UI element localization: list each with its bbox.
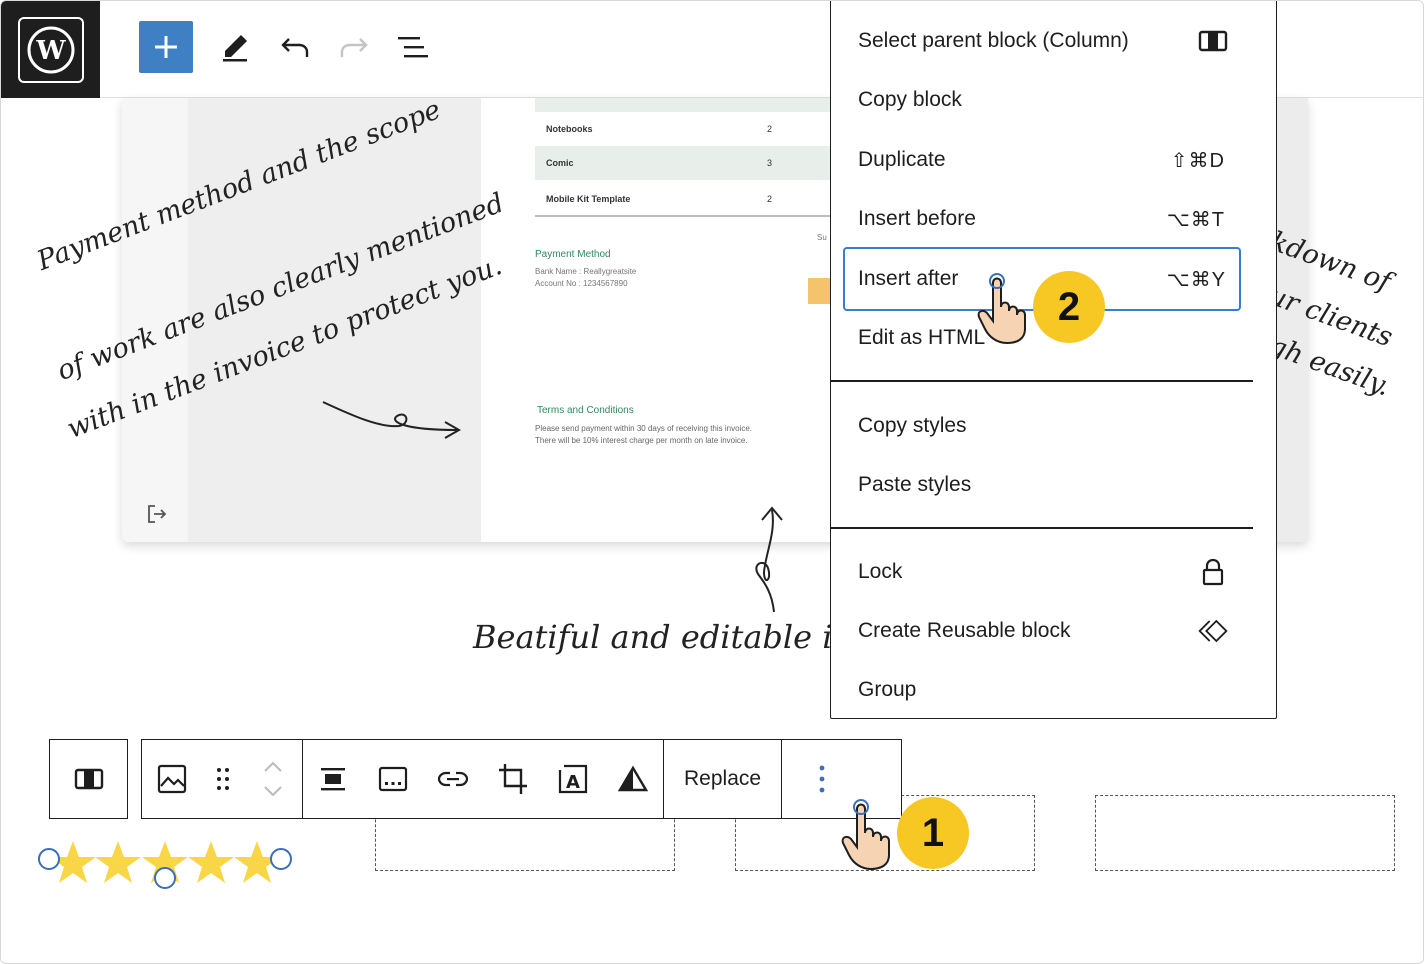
curly-arrow-icon: [322, 401, 462, 439]
invoice-subtotal-label: Su: [817, 233, 827, 242]
payment-method-title: Payment Method: [535, 249, 611, 260]
caption-button[interactable]: [363, 740, 423, 818]
menu-item-shortcut: ⌥⌘T: [1166, 208, 1225, 231]
menu-item-label: Lock: [858, 560, 903, 583]
duotone-button[interactable]: [603, 740, 663, 818]
menu-item-label: Insert before: [858, 207, 976, 230]
menu-item-insert-before[interactable]: Insert before ⌥⌘T: [831, 190, 1276, 248]
menu-item-label: Paste styles: [858, 473, 972, 496]
drag-handle[interactable]: [202, 740, 244, 818]
menu-item-label: Copy styles: [858, 414, 967, 437]
menu-item-group[interactable]: Group: [831, 661, 1276, 719]
menu-separator: [831, 380, 1253, 382]
menu-item-label: Duplicate: [858, 148, 946, 171]
menu-item-paste-styles[interactable]: Paste styles: [831, 456, 1276, 514]
menu-item-label: Copy block: [858, 88, 962, 111]
svg-text:W: W: [35, 36, 66, 66]
list-view-icon: [398, 37, 428, 58]
menu-item-label: Create Reusable block: [858, 619, 1071, 642]
menu-item-select-parent[interactable]: Select parent block (Column): [831, 12, 1276, 70]
text-over-image-icon: A: [558, 764, 588, 794]
parent-block-toolbar: [49, 739, 128, 819]
redo-button[interactable]: [330, 23, 378, 71]
select-parent-button[interactable]: [50, 740, 127, 818]
caption-icon: [378, 766, 408, 792]
exit-icon: [148, 505, 167, 523]
star-rating[interactable]: [37, 839, 297, 891]
block-type-button[interactable]: [142, 740, 202, 818]
terms-title: Terms and Conditions: [537, 405, 634, 416]
text-overlay-button[interactable]: A: [543, 740, 603, 818]
up-arrow-icon: [755, 506, 783, 613]
menu-item-create-reusable[interactable]: Create Reusable block: [831, 602, 1276, 660]
menu-item-copy-block[interactable]: Copy block: [831, 71, 1276, 129]
svg-text:A: A: [566, 772, 580, 793]
block-options-menu: Select parent block (Column) Copy block …: [830, 1, 1277, 719]
image-icon: [157, 764, 187, 794]
step-badge-2: 2: [1033, 271, 1105, 343]
crop-icon: [499, 764, 527, 794]
lock-icon: [1198, 558, 1228, 586]
menu-item-shortcut: ⌥⌘Y: [1166, 268, 1226, 291]
move-up-down-buttons[interactable]: [244, 740, 302, 818]
invoice-row-header: [535, 98, 835, 112]
undo-button[interactable]: [271, 23, 319, 71]
tools-button[interactable]: [211, 23, 259, 71]
undo-icon: [281, 38, 309, 57]
invoice-preview: Notebooks 2 Comic 3 Mobile Kit Template 2 S…: [481, 98, 841, 542]
plus-icon: [155, 36, 177, 58]
align-center-icon: [321, 768, 345, 791]
crop-button[interactable]: [483, 740, 543, 818]
column-icon: [74, 768, 103, 790]
editor-window: W Notebooks 2 Comic 3 Mobile Kit Templat…: [0, 0, 1424, 964]
menu-separator: [831, 527, 1253, 529]
column-icon: [1198, 27, 1228, 55]
link-icon: [437, 771, 469, 787]
menu-item-copy-styles[interactable]: Copy styles: [831, 397, 1276, 455]
menu-item-duplicate[interactable]: Duplicate ⇧⌘D: [831, 131, 1276, 189]
replace-button[interactable]: Replace: [664, 740, 781, 818]
redo-icon: [340, 38, 368, 57]
document-overview-button[interactable]: [389, 23, 437, 71]
step-badge-1: 1: [897, 797, 969, 869]
empty-column-placeholder[interactable]: [1095, 795, 1395, 871]
menu-item-label: Insert after: [858, 267, 959, 290]
invoice-row: Comic 3: [535, 146, 835, 180]
menu-item-label: Group: [858, 678, 917, 701]
link-button[interactable]: [423, 740, 483, 818]
invoice-divider: [535, 215, 835, 217]
invoice-row: Notebooks 2: [546, 124, 773, 134]
more-vertical-icon: [819, 765, 825, 793]
annotation-bottom: Beatiful and editable invo: [473, 618, 891, 656]
drag-dots-icon: [217, 768, 229, 790]
terms-text: Please send payment within 30 days of re…: [535, 424, 753, 445]
pencil-icon: [223, 35, 247, 62]
align-button[interactable]: [303, 740, 363, 818]
chevron-up-down-icon: [264, 761, 282, 797]
wordpress-logo-icon: W: [17, 16, 84, 83]
menu-item-shortcut: ⇧⌘D: [1170, 149, 1225, 172]
menu-item-label: Edit as HTML: [858, 326, 986, 349]
invoice-row: Mobile Kit Template 2: [546, 194, 773, 204]
menu-item-lock[interactable]: Lock: [831, 543, 1276, 601]
menu-item-label: Select parent block (Column): [858, 29, 1129, 52]
reusable-block-icon: [1198, 617, 1228, 645]
payment-method-text: Bank Name : Reallygreatsite Account No :…: [535, 267, 637, 288]
duotone-icon: [618, 765, 648, 792]
wordpress-logo-button[interactable]: W: [1, 1, 100, 98]
add-block-button[interactable]: [139, 21, 193, 73]
block-toolbar: A Replace: [141, 739, 902, 819]
